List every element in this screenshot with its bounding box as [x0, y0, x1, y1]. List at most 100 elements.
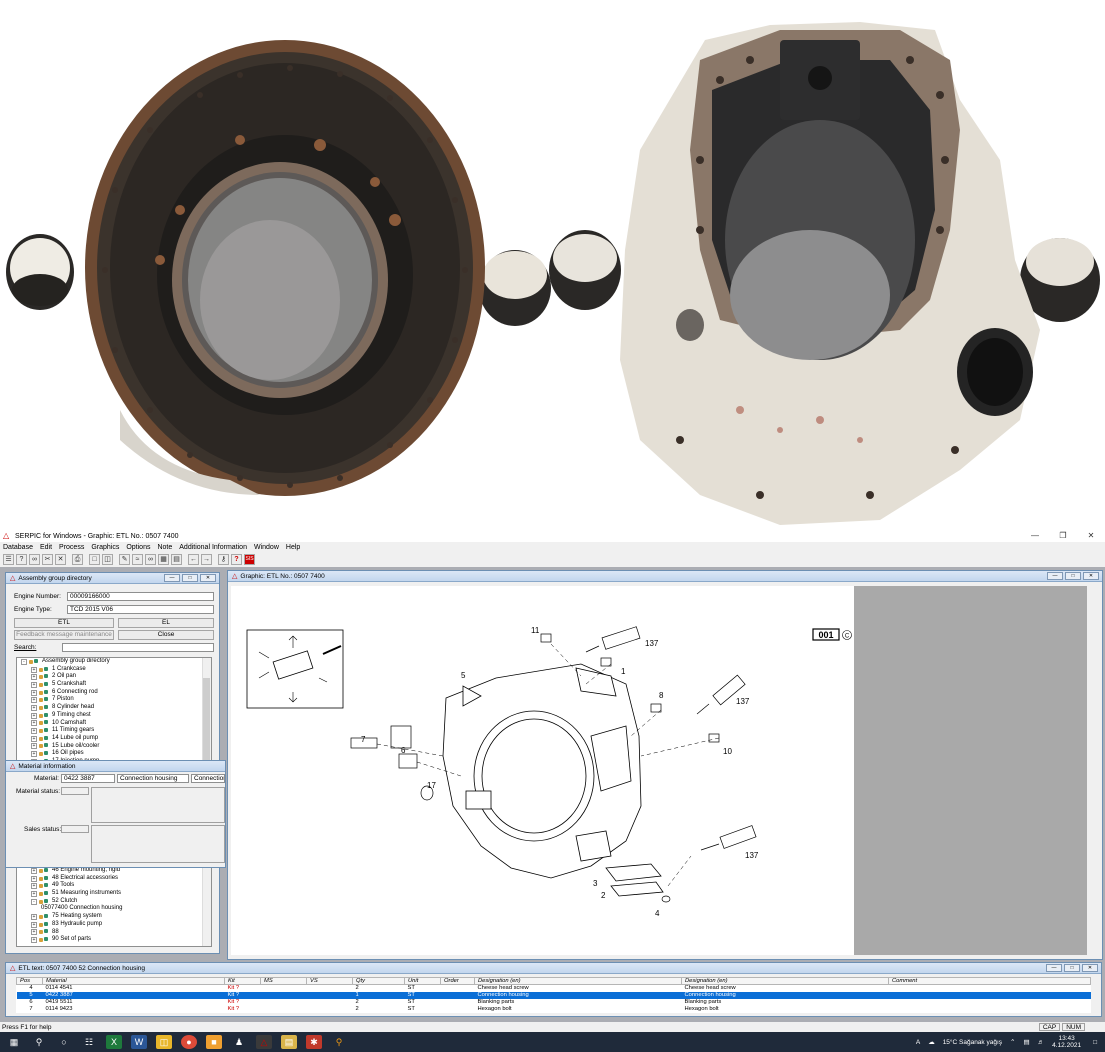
tree-item[interactable]: +88: [17, 929, 207, 937]
file-explorer-icon[interactable]: ◫: [156, 1035, 172, 1049]
engine-type-field[interactable]: TCD 2015 V06: [67, 605, 214, 614]
weather-icon[interactable]: ☁: [928, 1038, 935, 1046]
close-icon[interactable]: ✕: [200, 574, 216, 582]
back-arrow-icon[interactable]: ←: [188, 554, 199, 565]
menu-process[interactable]: Process: [59, 543, 84, 552]
tree-item[interactable]: +46 Engine mounting, rigid: [17, 867, 207, 875]
expand-icon[interactable]: +: [31, 735, 37, 742]
serpic-taskbar-icon[interactable]: △: [256, 1035, 272, 1049]
sis-icon[interactable]: SIS: [244, 554, 255, 565]
font-icon[interactable]: A: [916, 1039, 920, 1046]
menu-help[interactable]: Help: [286, 543, 300, 552]
expand-icon[interactable]: +: [31, 890, 37, 897]
tree-item[interactable]: +16 Oil pipes: [17, 750, 211, 758]
grid-icon[interactable]: ▦: [158, 554, 169, 565]
network-icon[interactable]: ▤: [1023, 1038, 1029, 1046]
collapse-icon[interactable]: -: [21, 658, 27, 665]
search-app-icon[interactable]: ⚲: [331, 1035, 347, 1049]
column-header-designation-1[interactable]: Designation (en): [474, 977, 682, 985]
tree-item[interactable]: - Assembly group directory: [17, 658, 211, 666]
column-header-vs[interactable]: VS: [306, 977, 353, 985]
table-row[interactable]: 7 0114 9423 Kit ? 2 ST Hexagon bolt Hexagon bo…: [17, 1006, 1091, 1013]
menu-note[interactable]: Note: [157, 543, 172, 552]
restore-icon[interactable]: □: [182, 574, 198, 582]
column-header-order[interactable]: Order: [440, 977, 475, 985]
close-icon[interactable]: ✕: [1083, 572, 1099, 580]
feedback-message-button[interactable]: Feedback message maintenance: [14, 630, 114, 640]
tree-item[interactable]: +9 Timing chest: [17, 712, 211, 720]
link-icon[interactable]: ∞: [29, 554, 40, 565]
material-number-field[interactable]: 0422 3887: [61, 774, 115, 783]
chrome-icon[interactable]: ●: [181, 1035, 197, 1049]
expand-icon[interactable]: +: [31, 674, 37, 681]
print-icon[interactable]: ⎙: [72, 554, 83, 565]
restore-icon[interactable]: □: [1065, 572, 1081, 580]
menu-database[interactable]: Database: [3, 543, 33, 552]
material-name-field[interactable]: Connection housing: [117, 774, 189, 783]
restore-icon[interactable]: □: [1064, 964, 1080, 972]
tree-item[interactable]: +10 Camshaft: [17, 720, 211, 728]
tree-item[interactable]: +2 Oil pan: [17, 673, 211, 681]
list-icon[interactable]: ▤: [171, 554, 182, 565]
tree-item[interactable]: 05077400 Connection housing: [17, 905, 207, 913]
expand-icon[interactable]: +: [31, 720, 37, 727]
pen-icon[interactable]: ✎: [119, 554, 130, 565]
exploded-drawing-canvas[interactable]: 001 C 11 137 1 5 8 137 10 7 6 17 3 2 4 1…: [231, 586, 854, 955]
close-button[interactable]: Close: [118, 630, 214, 640]
tree-item[interactable]: +15 Lube oil/cooler: [17, 743, 211, 751]
tree-item[interactable]: +90 Set of parts: [17, 936, 207, 944]
menu-options[interactable]: Options: [126, 543, 150, 552]
column-header-kit[interactable]: Kit: [224, 977, 261, 985]
minimize-button[interactable]: —: [1021, 530, 1049, 542]
tree-item[interactable]: +11 Timing gears: [17, 727, 211, 735]
tree-item[interactable]: +5 Crankshaft: [17, 681, 211, 689]
etl-button[interactable]: ETL: [14, 618, 114, 628]
expand-icon[interactable]: +: [31, 937, 37, 944]
expand-icon[interactable]: +: [31, 697, 37, 704]
engine-number-field[interactable]: 00009166000: [67, 592, 214, 601]
graphic-scrollbar[interactable]: [1090, 586, 1100, 955]
minimize-icon[interactable]: —: [1046, 964, 1062, 972]
expand-icon[interactable]: +: [31, 867, 37, 874]
tree-item[interactable]: +14 Lube oil pump: [17, 735, 211, 743]
red-app-icon[interactable]: ✱: [306, 1035, 322, 1049]
widgets-icon[interactable]: ☷: [81, 1035, 97, 1049]
menu-edit[interactable]: Edit: [40, 543, 52, 552]
app-icon[interactable]: ■: [206, 1035, 222, 1049]
tree-item[interactable]: - 52 Clutch: [17, 898, 207, 906]
tree-item[interactable]: +49 Tools: [17, 882, 207, 890]
tree-item[interactable]: +51 Measuring instruments: [17, 890, 207, 898]
expand-icon[interactable]: +: [31, 689, 37, 696]
el-button[interactable]: EL: [118, 618, 214, 628]
column-header-unit[interactable]: Unit: [404, 977, 441, 985]
table-row[interactable]: 4 0114 4541 Kit ? 2 ST Cheese head screw Chees…: [17, 985, 1091, 992]
close-icon[interactable]: ✕: [55, 554, 66, 565]
weather-text[interactable]: 15°C Sağanak yağış: [943, 1039, 1002, 1046]
open-folder-icon[interactable]: ◫: [102, 554, 113, 565]
search-input[interactable]: [62, 643, 214, 652]
column-header-designation-2[interactable]: Designation (en): [681, 977, 889, 985]
start-icon[interactable]: ▦: [6, 1035, 22, 1049]
excel-icon[interactable]: X: [106, 1035, 122, 1049]
new-document-icon[interactable]: □: [89, 554, 100, 565]
column-header-comment[interactable]: Comment: [888, 977, 1091, 985]
expand-icon[interactable]: +: [31, 704, 37, 711]
cut-icon[interactable]: ✂: [42, 554, 53, 565]
tree-item[interactable]: +1 Crankcase: [17, 666, 211, 674]
tree-item[interactable]: +75 Heating system: [17, 913, 207, 921]
tree-item[interactable]: +7 Piston: [17, 696, 211, 704]
tree-item[interactable]: +8 Cylinder head: [17, 704, 211, 712]
expand-icon[interactable]: +: [31, 743, 37, 750]
expand-icon[interactable]: +: [31, 666, 37, 673]
expand-icon[interactable]: +: [31, 875, 37, 882]
task-view-icon[interactable]: ○: [56, 1035, 72, 1049]
expand-icon[interactable]: +: [31, 883, 37, 890]
notes-icon[interactable]: ▤: [281, 1035, 297, 1049]
column-header-material[interactable]: Material: [42, 977, 225, 985]
tree-item[interactable]: +48 Electrical accessories: [17, 875, 207, 883]
close-window-button[interactable]: ✕: [1077, 530, 1105, 542]
minimize-icon[interactable]: —: [164, 574, 180, 582]
people-icon[interactable]: ♟: [231, 1035, 247, 1049]
column-header-ms[interactable]: MS: [260, 977, 307, 985]
minimize-icon[interactable]: —: [1047, 572, 1063, 580]
